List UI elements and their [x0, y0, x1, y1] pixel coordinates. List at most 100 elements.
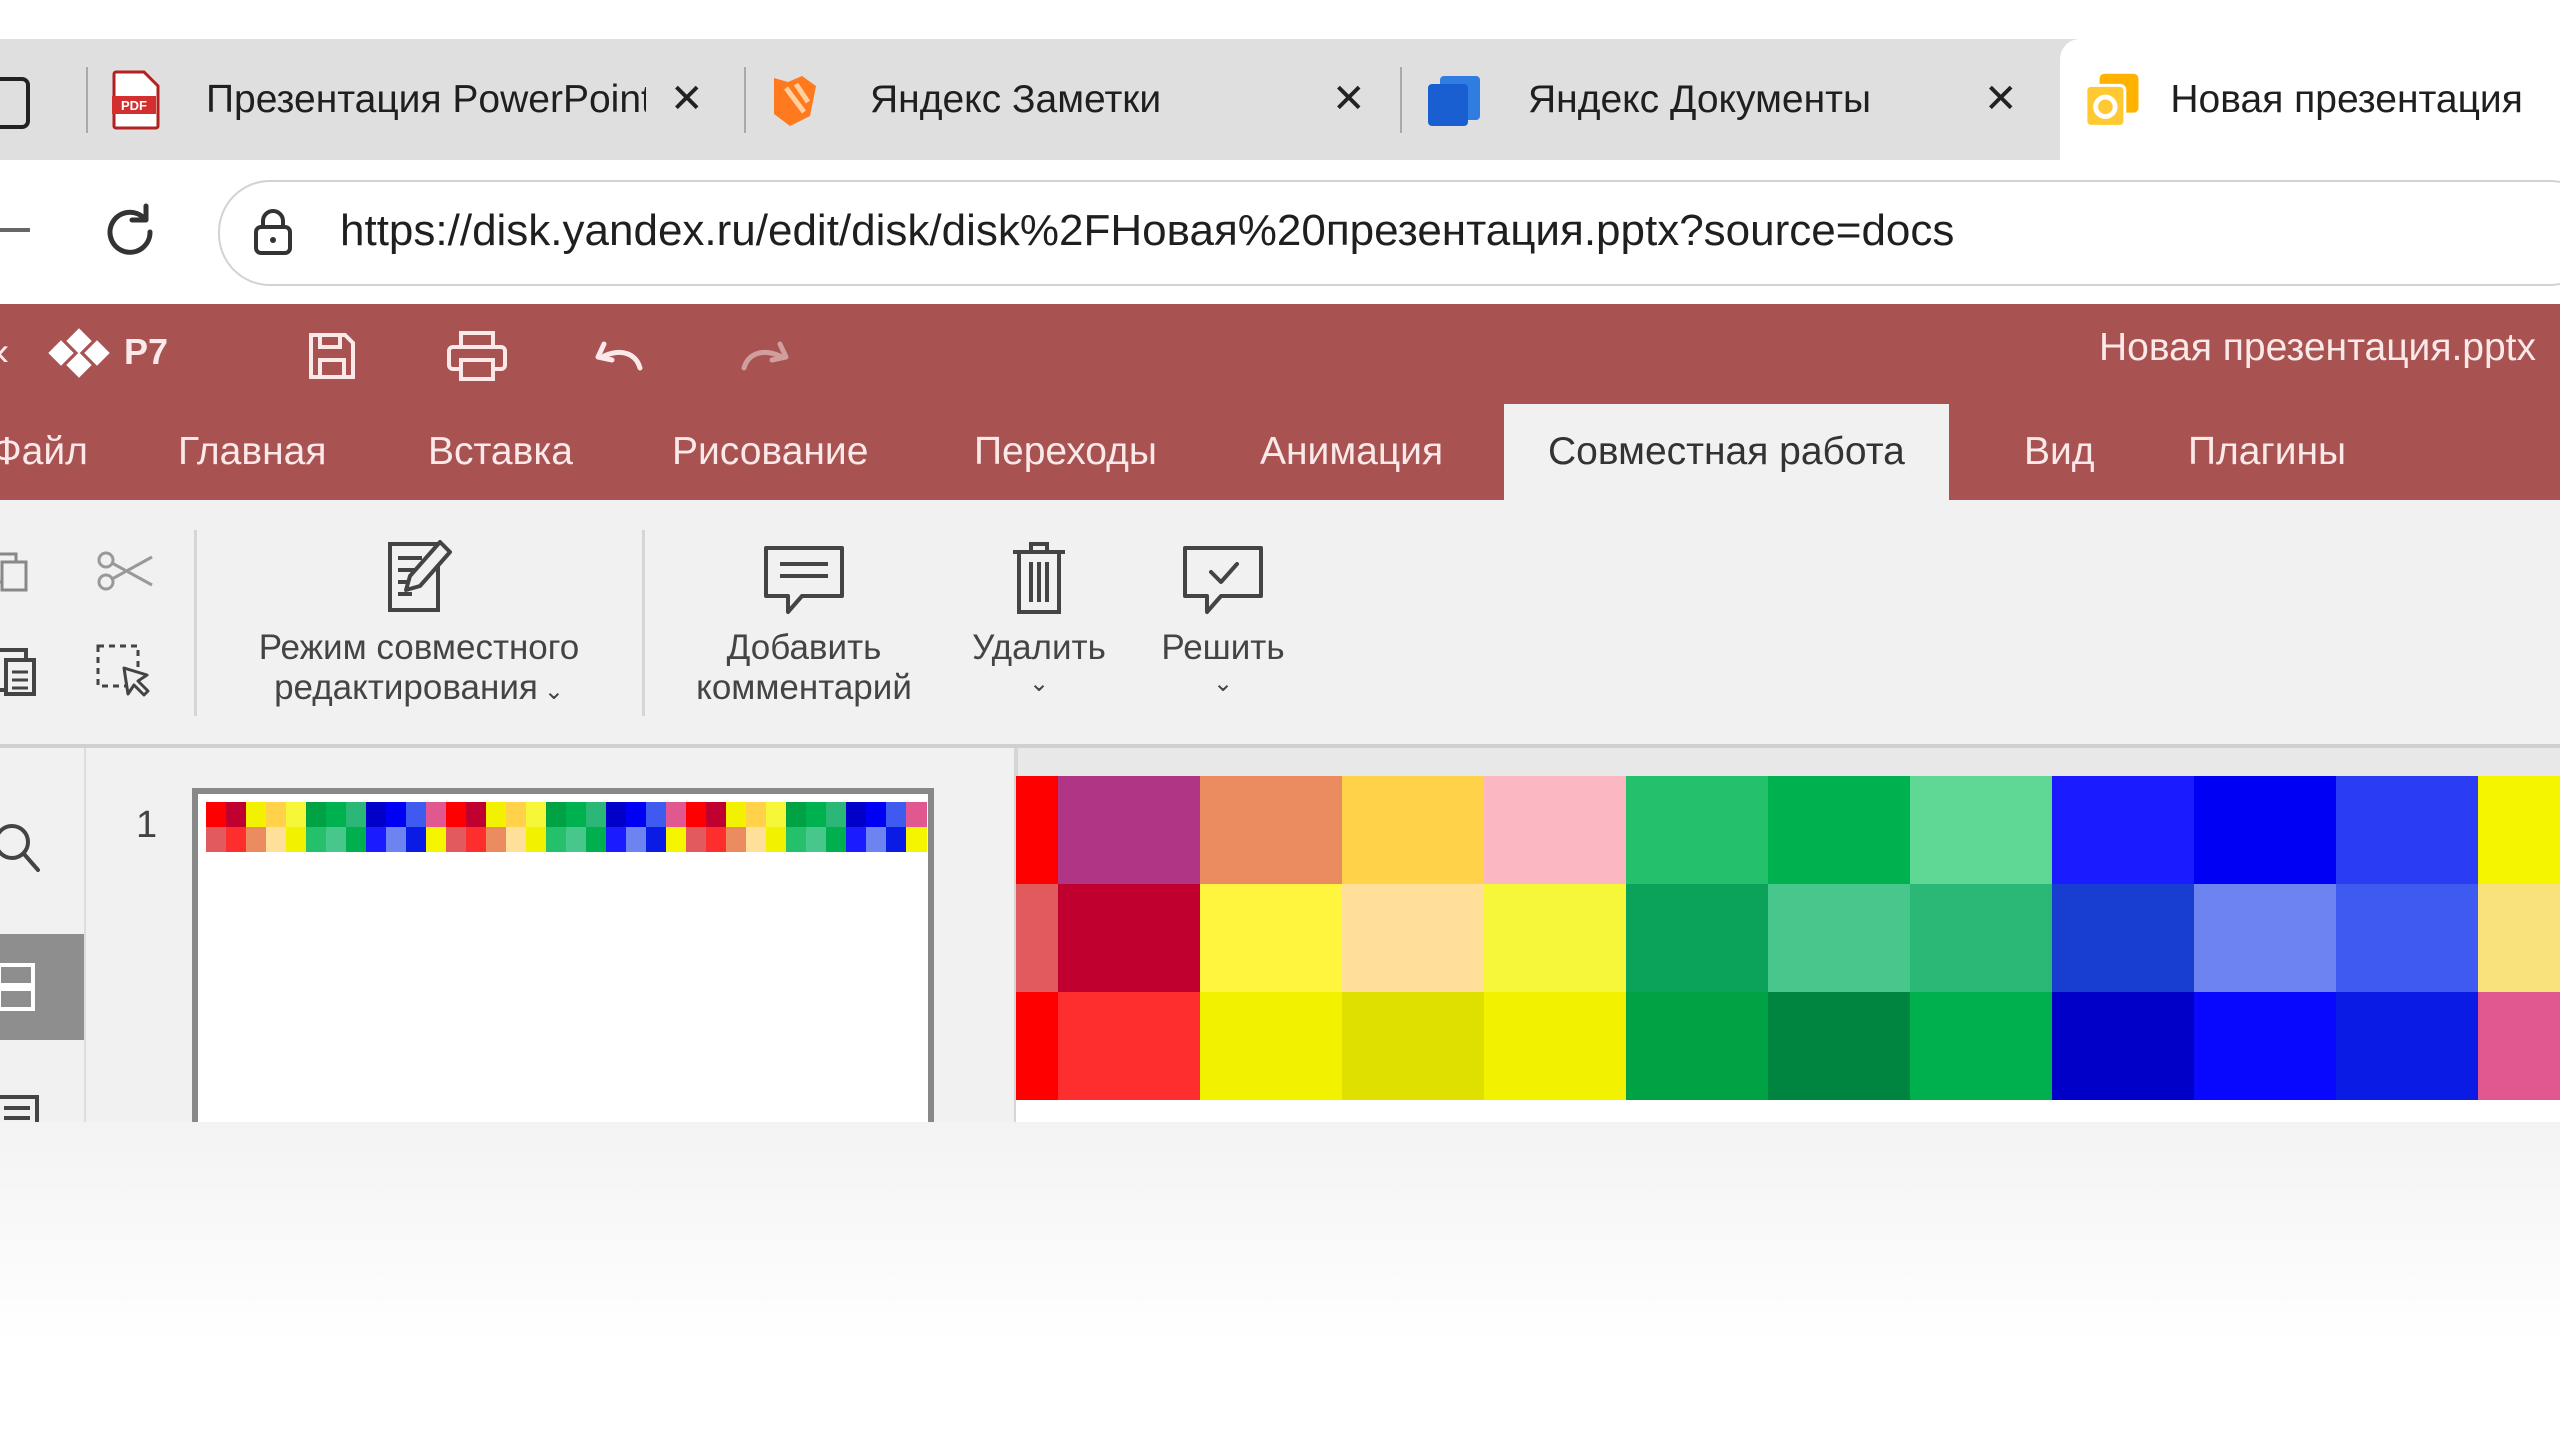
- thumbnail-cell: [486, 827, 507, 852]
- mosaic-cell: [1058, 884, 1200, 992]
- thumbnail-cell: [226, 802, 247, 827]
- slide-thumbnails-panel: 1: [86, 748, 1018, 1128]
- co-editing-mode-button[interactable]: Режим совместного редактирования ⌄: [224, 536, 614, 726]
- thumbnail-cell: [766, 802, 787, 827]
- save-icon[interactable]: [306, 330, 358, 382]
- tab-draw[interactable]: Рисование: [672, 404, 868, 500]
- address-bar[interactable]: https://disk.yandex.ru/edit/disk/disk%2F…: [218, 180, 2560, 286]
- chevron-down-icon: ⌄: [1212, 670, 1234, 697]
- mosaic-cell: [1484, 992, 1626, 1100]
- slides-icon: [0, 963, 35, 1011]
- thumbnail-cell: [546, 802, 567, 827]
- thumbnail-cell: [446, 802, 467, 827]
- mosaic-cell: [2478, 884, 2560, 992]
- mosaic-cell: [2478, 992, 2560, 1100]
- tab-plugins[interactable]: Плагины: [2188, 404, 2346, 500]
- print-icon[interactable]: [446, 330, 508, 382]
- thumbnail-cell: [466, 802, 487, 827]
- slide-canvas[interactable]: [1016, 776, 2560, 1122]
- tab-view[interactable]: Вид: [2024, 404, 2095, 500]
- thumbnail-cell: [366, 827, 387, 852]
- thumbnail-cell: [306, 827, 327, 852]
- mosaic-cell: [1768, 776, 1910, 884]
- copy-icon[interactable]: [0, 550, 32, 594]
- paste-icon[interactable]: [0, 644, 38, 698]
- thumbnail-cell: [266, 802, 287, 827]
- thumbnail-cell: [486, 802, 507, 827]
- thumbnail-cell: [326, 827, 347, 852]
- tab-transitions[interactable]: Переходы: [974, 404, 1157, 500]
- tab-collaboration[interactable]: Совместная работа: [1504, 404, 1949, 500]
- tab-animation[interactable]: Анимация: [1260, 404, 1443, 500]
- thumbnail-cell: [886, 827, 907, 852]
- tab-file[interactable]: Файл: [0, 404, 88, 500]
- thumbnail-cell: [526, 827, 547, 852]
- ribbon-separator: [194, 530, 197, 716]
- thumbnail-cell: [726, 827, 747, 852]
- ribbon-separator: [642, 530, 645, 716]
- mosaic-cell: [2194, 992, 2336, 1100]
- presentation-icon: [2084, 73, 2139, 128]
- thumbnail-cell: [386, 827, 407, 852]
- tab-insert[interactable]: Вставка: [428, 404, 573, 500]
- thumbnail-cell: [206, 802, 227, 827]
- co-editing-label-line1: Режим совместного: [258, 628, 580, 667]
- thumbnail-cell: [606, 827, 627, 852]
- thumbnail-cell: [666, 802, 687, 827]
- browser-tab-3[interactable]: Яндекс Документы ✕: [1424, 39, 2054, 160]
- browser-tab-2[interactable]: Яндекс Заметки ✕: [766, 39, 1396, 160]
- thumbnail-cell: [286, 802, 307, 827]
- thumbnail-cell: [386, 802, 407, 827]
- thumbnail-cell: [846, 827, 867, 852]
- document-title: Новая презентация.pptx: [2099, 326, 2536, 369]
- tab-home[interactable]: Главная: [178, 404, 326, 500]
- back-arrow-icon[interactable]: [0, 228, 30, 232]
- mosaic-cell: [1910, 992, 2052, 1100]
- slides-panel-button[interactable]: [0, 934, 84, 1040]
- thumbnail-cell: [826, 802, 847, 827]
- thumbnail-cell: [746, 802, 767, 827]
- thumbnail-cell: [566, 827, 587, 852]
- thumbnail-cell: [286, 827, 307, 852]
- thumbnail-cell: [346, 802, 367, 827]
- resolve-comment-button[interactable]: Решить ⌄: [1140, 540, 1306, 720]
- chevron-down-icon: ⌄: [543, 678, 564, 705]
- browser-tab-1[interactable]: PDF Презентация PowerPoint ✕: [110, 39, 740, 160]
- slide-thumbnail-1[interactable]: [192, 788, 934, 1128]
- tab-actions-icon[interactable]: [0, 77, 30, 129]
- close-tab-icon[interactable]: ✕: [670, 79, 704, 119]
- pdf-icon: PDF: [112, 70, 160, 129]
- reload-icon[interactable]: [98, 200, 162, 264]
- tab-title: Презентация PowerPoint: [206, 77, 646, 121]
- thumbnail-cell: [626, 827, 647, 852]
- close-tab-icon[interactable]: ✕: [1984, 79, 2018, 119]
- redo-icon[interactable]: [734, 336, 794, 376]
- thumbnail-cell: [586, 802, 607, 827]
- delete-label: Удалить: [972, 628, 1106, 667]
- mosaic-cell: [1200, 884, 1342, 992]
- chevron-down-icon: ⌄: [1028, 670, 1050, 697]
- mosaic-cell: [1626, 992, 1768, 1100]
- cut-icon[interactable]: [96, 548, 156, 594]
- thumbnail-cell: [706, 827, 727, 852]
- delete-comment-button[interactable]: Удалить ⌄: [956, 540, 1122, 720]
- thumbnail-cell: [706, 802, 727, 827]
- thumbnail-cell: [626, 802, 647, 827]
- thumbnail-cell: [446, 827, 467, 852]
- thumbnail-cell: [906, 827, 927, 852]
- close-tab-icon[interactable]: ✕: [1332, 79, 1366, 119]
- trash-icon: [1013, 542, 1065, 614]
- mosaic-cell: [1016, 776, 1058, 884]
- tab-title: Новая презентация: [2170, 77, 2523, 121]
- mosaic-cell: [1626, 884, 1768, 992]
- search-icon[interactable]: [0, 822, 42, 876]
- back-chevron-icon[interactable]: ‹: [0, 330, 9, 375]
- add-comment-label-line2: комментарий: [696, 668, 912, 707]
- browser-tab-4-active[interactable]: Новая презентация: [2060, 39, 2560, 160]
- select-all-icon[interactable]: [94, 642, 154, 702]
- add-comment-button[interactable]: Добавить комментарий: [672, 540, 936, 720]
- thumbnail-cell: [246, 802, 267, 827]
- mosaic-cell: [1910, 776, 2052, 884]
- mosaic-cell: [1768, 992, 1910, 1100]
- undo-icon[interactable]: [590, 336, 650, 376]
